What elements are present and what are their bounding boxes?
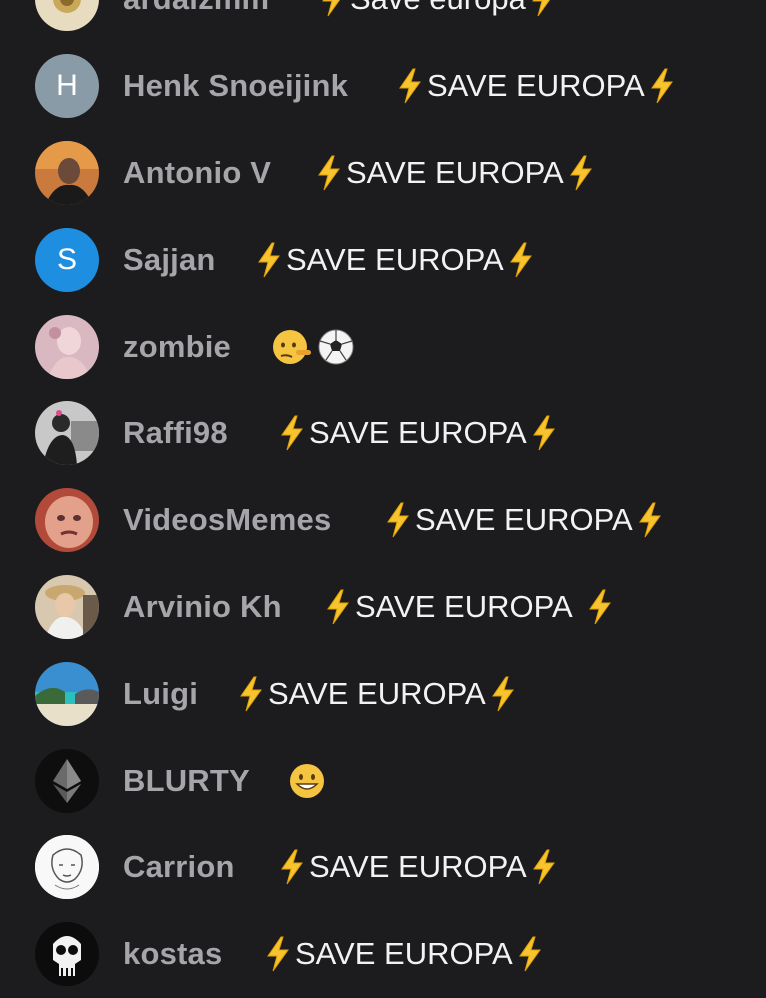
lightning-icon [238, 676, 264, 712]
grinning-face-emoji [287, 761, 327, 801]
username[interactable]: Carrion [123, 849, 235, 885]
comment-message: SAVE EUROPA [415, 502, 633, 538]
username[interactable]: Henk Snoeijink [123, 68, 348, 104]
username[interactable]: BLURTY [123, 763, 250, 799]
avatar[interactable] [35, 140, 99, 205]
lightning-icon [490, 676, 516, 712]
comment-text: SAVE EUROPA [279, 849, 557, 885]
comment-text: SAVE EUROPA [316, 155, 594, 191]
soccer-ball-emoji [316, 327, 356, 367]
comment-text: SAVE EUROPA [265, 936, 543, 972]
username[interactable]: VideosMemes [123, 502, 331, 538]
lightning-icon [517, 936, 543, 972]
avatar[interactable]: S [35, 227, 99, 292]
comment-row[interactable]: H Henk Snoeijink SAVE EUROPA [0, 43, 766, 130]
comment-message: SAVE EUROPA [268, 675, 486, 711]
username[interactable]: Raffi98 [123, 415, 228, 451]
lightning-icon [530, 0, 556, 17]
comment-text [272, 327, 360, 367]
comment-message: SAVE EUROPA [309, 415, 527, 451]
comment-message: SAVE EUROPA [355, 588, 573, 624]
comment-text: Save europa [320, 0, 556, 17]
avatar[interactable] [35, 748, 99, 813]
skull-icon [35, 922, 99, 987]
comment-text: SAVE EUROPA [385, 502, 663, 538]
avatar[interactable] [35, 314, 99, 379]
avatar-letter: S [56, 242, 77, 276]
avatar[interactable]: H [35, 54, 99, 119]
comment-list: ardaizmm Save europa H Henk Snoeijink SA… [0, 0, 766, 998]
lightning-icon [649, 68, 675, 104]
avatar[interactable] [35, 661, 99, 726]
ethereum-logo-icon [35, 748, 99, 813]
comment-row[interactable]: Carrion SAVE EUROPA [0, 824, 766, 911]
lightning-icon [256, 242, 282, 278]
lightning-icon [508, 242, 534, 278]
avatar[interactable] [35, 488, 99, 553]
lightning-icon [265, 936, 291, 972]
lightning-icon [320, 0, 346, 17]
comment-row[interactable]: Antonio V SAVE EUROPA [0, 130, 766, 217]
avatar[interactable] [35, 922, 99, 987]
comment-row[interactable]: kostas SAVE EUROPA [0, 911, 766, 998]
lightning-icon [279, 415, 305, 451]
username[interactable]: ardaizmm [123, 0, 269, 17]
comment-text [287, 761, 331, 801]
comment-text: SAVE EUROPA [325, 589, 613, 625]
comment-message: SAVE EUROPA [346, 154, 564, 190]
comment-message: Save europa [346, 0, 530, 17]
comment-message: SAVE EUROPA [286, 241, 504, 277]
comment-row[interactable]: Luigi SAVE EUROPA [0, 650, 766, 737]
username[interactable]: Luigi [123, 676, 198, 712]
avatar[interactable] [35, 401, 99, 466]
comment-text: SAVE EUROPA [397, 68, 675, 104]
comment-row[interactable]: Arvinio Kh SAVE EUROPA [0, 564, 766, 651]
comment-row[interactable]: Raffi98 SAVE EUROPA [0, 390, 766, 477]
username[interactable]: Sajjan [123, 242, 216, 278]
comment-text: SAVE EUROPA [238, 676, 516, 712]
username[interactable]: kostas [123, 936, 222, 972]
comment-message: SAVE EUROPA [427, 68, 645, 104]
lightning-icon [279, 849, 305, 885]
lightning-icon [568, 155, 594, 191]
comment-row[interactable]: zombie [0, 303, 766, 390]
lightning-icon [637, 502, 663, 538]
comment-row[interactable]: ardaizmm Save europa [0, 0, 766, 43]
comment-text: SAVE EUROPA [256, 242, 534, 278]
avatar-letter: H [56, 69, 78, 103]
username[interactable]: Antonio V [123, 155, 271, 191]
username[interactable]: Arvinio Kh [123, 589, 282, 625]
comment-row[interactable]: BLURTY [0, 737, 766, 824]
lightning-icon [587, 589, 613, 625]
lying-face-emoji [272, 327, 312, 367]
lightning-icon [397, 68, 423, 104]
avatar[interactable] [35, 574, 99, 639]
lightning-icon [325, 589, 351, 625]
username[interactable]: zombie [123, 329, 231, 365]
lightning-icon [316, 155, 342, 191]
avatar[interactable] [35, 0, 99, 32]
avatar[interactable] [35, 835, 99, 900]
comment-text: SAVE EUROPA [279, 415, 557, 451]
lightning-icon [385, 502, 411, 538]
comment-row[interactable]: VideosMemes SAVE EUROPA [0, 477, 766, 564]
lightning-icon [531, 849, 557, 885]
comment-row[interactable]: S Sajjan SAVE EUROPA [0, 216, 766, 303]
lightning-icon [531, 415, 557, 451]
comment-message: SAVE EUROPA [295, 936, 513, 972]
comment-message: SAVE EUROPA [309, 849, 527, 885]
